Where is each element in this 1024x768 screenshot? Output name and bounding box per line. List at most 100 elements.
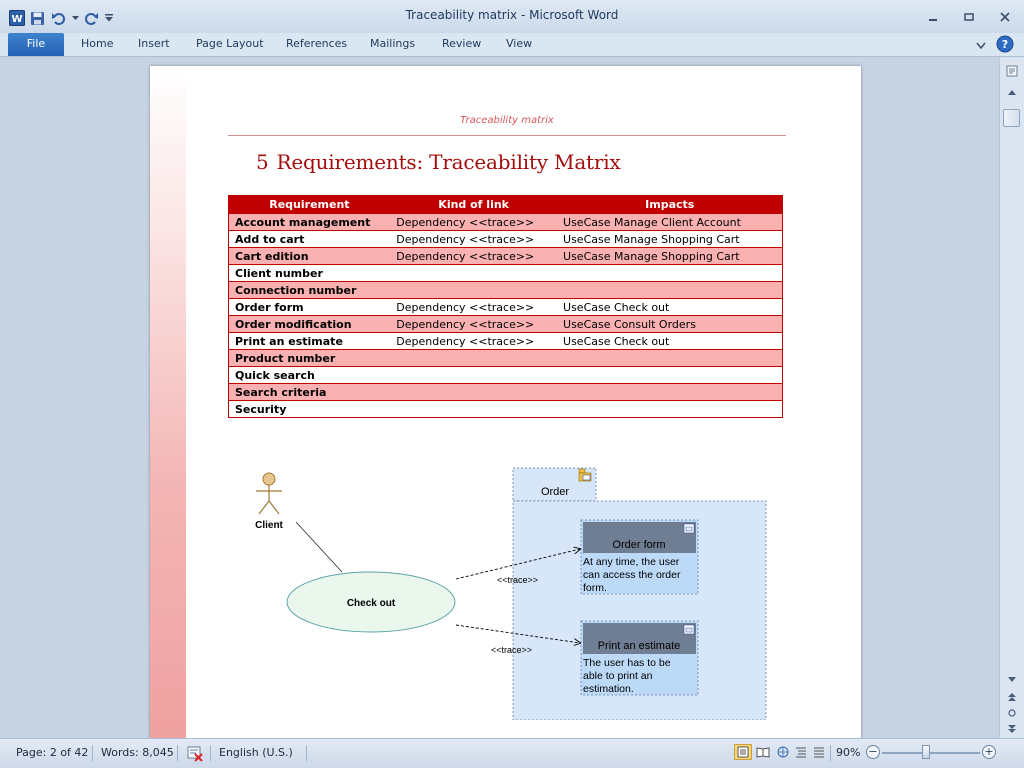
page-count[interactable]: Page: 2 of 42 xyxy=(16,743,88,763)
document-workspace: Traceability matrix 5 Requirements: Trace… xyxy=(0,57,999,738)
table-cell xyxy=(390,281,558,299)
minimize-icon[interactable] xyxy=(922,8,944,26)
word-count[interactable]: Words: 8,045 xyxy=(101,743,174,763)
tab-home[interactable]: Home xyxy=(81,33,113,56)
trace-label: <<trace>> xyxy=(497,575,538,585)
requirement-text-line: estimation. xyxy=(583,683,634,695)
title-bar: W Traceability matrix - Microsoft Word xyxy=(0,0,1024,33)
tab-file[interactable]: File xyxy=(8,33,64,56)
draft-view-icon[interactable] xyxy=(810,744,828,760)
next-page-icon[interactable] xyxy=(1003,721,1021,737)
print-layout-view-icon[interactable] xyxy=(734,744,752,760)
table-cell: UseCase Consult Orders xyxy=(557,315,784,333)
heading-number: 5 xyxy=(256,150,269,174)
table-cell: Security xyxy=(228,400,391,418)
table-header-cell: Requirement xyxy=(228,195,391,214)
table-cell: Add to cart xyxy=(228,230,391,248)
scrollbar-thumb[interactable] xyxy=(1003,109,1020,127)
table-cell xyxy=(557,264,784,282)
svg-text:?: ? xyxy=(1002,38,1008,51)
tab-mailings[interactable]: Mailings xyxy=(370,33,415,56)
actor-figure[interactable] xyxy=(256,472,282,515)
running-header: Traceability matrix xyxy=(460,115,554,126)
tab-insert[interactable]: Insert xyxy=(138,33,170,56)
table-cell: Dependency <<trace>> xyxy=(390,298,558,316)
table-cell: Dependency <<trace>> xyxy=(390,230,558,248)
tab-page-layout[interactable]: Page Layout xyxy=(196,33,264,56)
tab-view[interactable]: View xyxy=(506,33,532,56)
requirement-text-line: At any time, the user xyxy=(583,556,680,568)
zoom-slider-track[interactable] xyxy=(882,752,980,754)
table-row: Account management Dependency <<trace>> Us… xyxy=(228,213,784,231)
table-cell: Dependency <<trace>> xyxy=(390,315,558,333)
status-separator xyxy=(306,745,307,761)
table-cell: UseCase Manage Shopping Cart xyxy=(557,247,784,265)
outline-view-icon[interactable] xyxy=(792,744,810,760)
table-cell xyxy=(390,400,558,418)
table-cell xyxy=(557,400,784,418)
tab-references[interactable]: References xyxy=(286,33,347,56)
scroll-up-icon[interactable] xyxy=(1003,84,1021,100)
table-cell xyxy=(390,349,558,367)
table-cell: UseCase Manage Client Account xyxy=(557,213,784,231)
status-separator xyxy=(92,745,93,761)
table-cell xyxy=(390,383,558,401)
table-header-row: Requirement Kind of link Impacts xyxy=(228,195,784,214)
table-row: Search criteria xyxy=(228,383,784,401)
header-rule xyxy=(228,135,786,136)
document-page[interactable]: Traceability matrix 5 Requirements: Trace… xyxy=(150,66,861,738)
requirement-icon xyxy=(683,624,695,635)
uml-diagram[interactable]: Client Check out Order Order form At any… xyxy=(228,458,788,720)
zoom-level[interactable]: 90% xyxy=(836,743,860,763)
close-icon[interactable] xyxy=(994,8,1016,26)
web-layout-view-icon[interactable] xyxy=(774,744,792,760)
table-cell xyxy=(390,264,558,282)
zoom-in-button[interactable]: + xyxy=(982,745,996,759)
table-cell: Search criteria xyxy=(228,383,391,401)
full-screen-reading-view-icon[interactable] xyxy=(754,744,772,760)
scroll-down-icon[interactable] xyxy=(1003,671,1021,687)
table-row: Add to cart Dependency <<trace>> UseCase M… xyxy=(228,230,784,248)
table-cell: UseCase Check out xyxy=(557,298,784,316)
select-browse-object-icon[interactable] xyxy=(1003,705,1021,721)
ribbon-tabs: File Home Insert Page Layout References … xyxy=(0,33,1024,57)
table-cell: Order modification xyxy=(228,315,391,333)
table-cell: Account management xyxy=(228,213,391,231)
vertical-scrollbar[interactable] xyxy=(999,57,1024,738)
restore-icon[interactable] xyxy=(958,8,980,26)
table-row: Connection number xyxy=(228,281,784,299)
zoom-out-button[interactable]: − xyxy=(866,745,880,759)
table-cell: Product number xyxy=(228,349,391,367)
table-row: Print an estimate Dependency <<trace>> Use… xyxy=(228,332,784,350)
table-cell xyxy=(557,383,784,401)
previous-page-icon[interactable] xyxy=(1003,689,1021,705)
requirement-text-line: can access the order xyxy=(583,569,681,581)
help-icon[interactable]: ? xyxy=(996,35,1014,56)
table-cell xyxy=(557,281,784,299)
use-case-label: Check out xyxy=(347,598,396,609)
requirement-text-line: form. xyxy=(583,582,607,594)
association-line xyxy=(295,521,343,573)
table-row: Client number xyxy=(228,264,784,282)
table-row: Cart edition Dependency <<trace>> UseCase … xyxy=(228,247,784,265)
language-indicator[interactable]: English (U.S.) xyxy=(219,743,293,763)
table-cell: Dependency <<trace>> xyxy=(390,247,558,265)
view-ruler-icon[interactable] xyxy=(1003,63,1021,79)
status-separator xyxy=(830,745,831,761)
table-cell xyxy=(390,366,558,384)
table-cell: Dependency <<trace>> xyxy=(390,213,558,231)
requirement-icon xyxy=(683,523,695,534)
table-row: Security xyxy=(228,400,784,418)
proofing-icon[interactable] xyxy=(186,744,204,764)
tab-review[interactable]: Review xyxy=(442,33,481,56)
expand-ribbon-icon[interactable] xyxy=(976,39,986,53)
table-header-cell: Impacts xyxy=(556,195,784,214)
window-title: Traceability matrix - Microsoft Word xyxy=(405,8,619,22)
package-label: Order xyxy=(541,486,569,498)
table-row: Product number xyxy=(228,349,784,367)
table-row: Quick search xyxy=(228,366,784,384)
requirement-text-line: The user has to be xyxy=(583,657,671,669)
zoom-slider-thumb[interactable] xyxy=(922,745,930,759)
table-cell: Print an estimate xyxy=(228,332,391,350)
table-cell: Quick search xyxy=(228,366,391,384)
